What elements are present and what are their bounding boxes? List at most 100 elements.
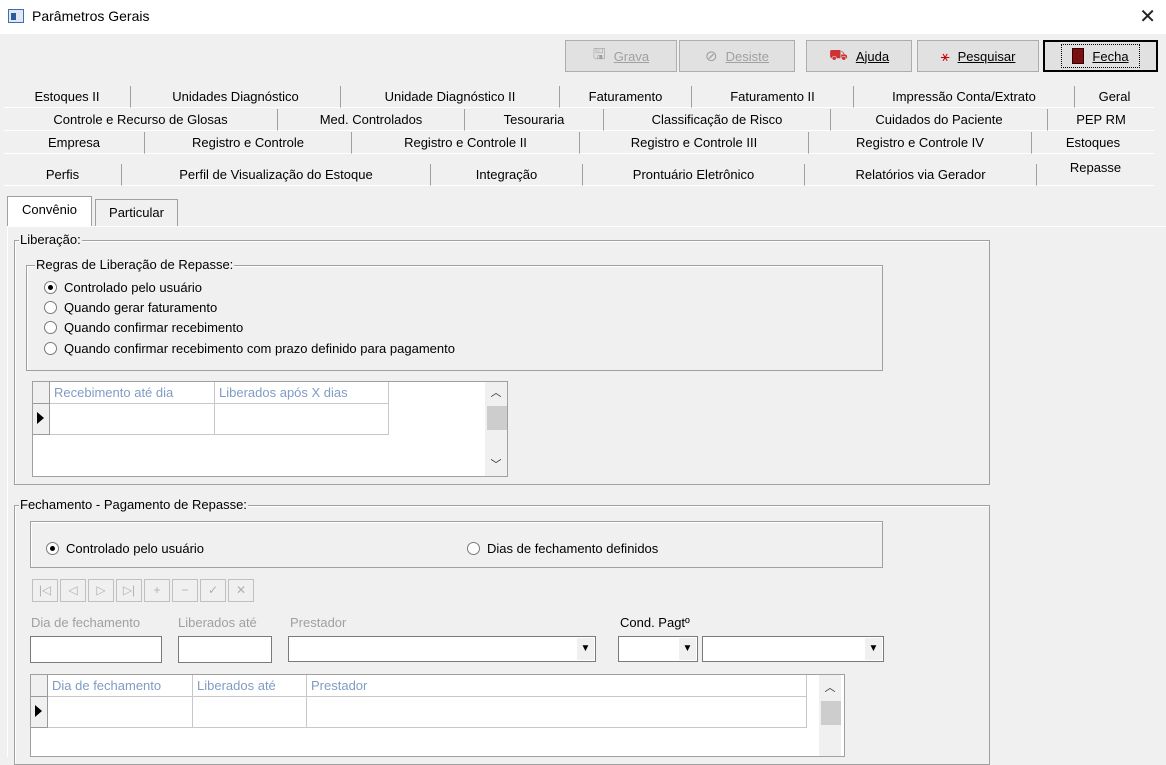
radio-circle[interactable] [44,301,57,314]
regras-liberacao-legend: Regras de Liberação de Repasse: [35,257,235,273]
pesquisar-button[interactable]: ⚹ Pesquisar [917,40,1039,72]
radio-confirmar-recebimento-prazo[interactable]: Quando confirmar recebimento com prazo d… [44,341,455,356]
radio-circle[interactable] [44,321,57,334]
liberacao-grid[interactable]: Recebimento até dia Liberados após X dia… [32,381,508,477]
radio-circle[interactable] [44,281,57,294]
tab-geral[interactable]: Geral [1075,86,1154,108]
radio-controlado-usuario[interactable]: Controlado pelo usuário [44,280,202,295]
scroll-up-icon[interactable]: ︿ [485,384,507,402]
tab-integracao[interactable]: Integração [431,164,583,186]
tab-unidades-diagnostico[interactable]: Unidades Diagnóstico [131,86,341,108]
cond-pagto-code-select[interactable]: ▼ [618,636,698,662]
radio-confirmar-recebimento[interactable]: Quando confirmar recebimento [44,320,243,335]
subtab-particular[interactable]: Particular [95,199,178,227]
tab-estoques[interactable]: Estoques [1032,132,1154,154]
desiste-label: Desiste [725,48,769,64]
radio-circle[interactable] [44,342,57,355]
fechamento-grid[interactable]: Dia de fechamento Liberados até Prestado… [30,674,845,757]
search-icon: ⚹ [940,47,950,65]
prestador-select[interactable]: ▼ [288,636,596,662]
tab-impressao-conta-extrato[interactable]: Impressão Conta/Extrato [854,86,1075,108]
desiste-button[interactable]: ⊘ Desiste [679,40,795,72]
grid-header-prestador[interactable]: Prestador [307,675,807,697]
insert-record-icon[interactable]: + [144,579,170,602]
tabs-row-4: Perfis Perfil de Visualização do Estoque… [4,156,1154,186]
vertical-scrollbar[interactable]: ︿ [819,675,841,756]
row-indicator [31,697,48,728]
radio-circle[interactable] [467,542,480,555]
grava-button[interactable]: 🖫 Grava [565,40,677,72]
radio-fechamento-controlado-usuario[interactable]: Controlado pelo usuário [46,541,204,556]
grid-cell[interactable] [50,404,215,435]
tab-repasse[interactable]: Repasse [1037,156,1154,186]
radio-label: Quando confirmar recebimento [64,320,244,335]
tab-controle-recurso-glosas[interactable]: Controle e Recurso de Glosas [4,109,278,131]
vertical-scrollbar[interactable]: ︿ ﹀ [485,382,507,476]
radio-dias-fechamento-definidos[interactable]: Dias de fechamento definidos [467,541,658,556]
last-record-icon[interactable]: ▷| [116,579,142,602]
grid-cell[interactable] [193,697,307,728]
grid-cell[interactable] [215,404,389,435]
scroll-thumb[interactable] [487,406,507,430]
grid-cell[interactable] [307,697,807,728]
next-record-icon[interactable]: ▷ [88,579,114,602]
dia-fechamento-label: Dia de fechamento [31,615,141,630]
tab-estoques-ii[interactable]: Estoques II [4,86,131,108]
delete-record-icon[interactable]: − [172,579,198,602]
fecha-label: Fecha [1092,48,1129,64]
tab-perfis[interactable]: Perfis [4,164,122,186]
tab-registro-controle-iii[interactable]: Registro e Controle III [580,132,809,154]
tab-med-controlados[interactable]: Med. Controlados [278,109,465,131]
close-window-icon[interactable]: ✕ [1139,4,1156,29]
prior-record-icon[interactable]: ◁ [60,579,86,602]
chevron-down-icon[interactable]: ▼ [865,638,882,660]
liberados-ate-field[interactable] [178,636,272,663]
cond-pagto-label: Cond. Pagtº [620,615,690,630]
tabs-row-3: Empresa Registro e Controle Registro e C… [4,132,1154,154]
tab-unidade-diagnostico-ii[interactable]: Unidade Diagnóstico II [341,86,560,108]
first-record-icon[interactable]: |◁ [32,579,58,602]
tabs-row-2: Controle e Recurso de Glosas Med. Contro… [4,109,1154,131]
current-row-arrow-icon [35,705,42,717]
tab-empresa[interactable]: Empresa [4,132,145,154]
grid-header-liberados-ate[interactable]: Liberados até [193,675,307,697]
radio-label: Controlado pelo usuário [64,280,203,295]
tab-faturamento-ii[interactable]: Faturamento II [692,86,854,108]
tab-cuidados-paciente[interactable]: Cuidados do Paciente [831,109,1048,131]
scroll-thumb[interactable] [821,701,841,725]
cancel-record-icon[interactable]: ✕ [228,579,254,602]
tab-registro-controle-iv[interactable]: Registro e Controle IV [809,132,1032,154]
fecha-button[interactable]: Fecha [1043,40,1158,72]
tab-faturamento[interactable]: Faturamento [560,86,692,108]
pesquisar-label: Pesquisar [957,48,1016,64]
grid-header-liberados-apos[interactable]: Liberados após X dias [215,382,389,404]
tab-prontuario-eletronico[interactable]: Prontuário Eletrônico [583,164,805,186]
help-icon: ⛟ [828,46,848,64]
tab-tesouraria[interactable]: Tesouraria [465,109,604,131]
grid-header-dia-fechamento[interactable]: Dia de fechamento [48,675,193,697]
radio-gerar-faturamento[interactable]: Quando gerar faturamento [44,300,217,315]
chevron-down-icon[interactable]: ▼ [577,638,594,660]
tab-perfil-visualizacao-estoque[interactable]: Perfil de Visualização do Estoque [122,164,431,186]
tab-classificacao-risco[interactable]: Classificação de Risco [604,109,831,131]
scroll-up-icon[interactable]: ︿ [819,679,841,697]
grid-corner [31,675,48,697]
tab-registro-controle-ii[interactable]: Registro e Controle II [352,132,580,154]
chevron-down-icon[interactable]: ▼ [679,638,696,660]
radio-circle[interactable] [46,542,59,555]
edit-record-icon[interactable]: ✓ [200,579,226,602]
dia-fechamento-field[interactable] [30,636,162,663]
tab-registro-controle[interactable]: Registro e Controle [145,132,352,154]
subtab-convenio[interactable]: Convênio [7,196,92,227]
tab-pep-rm[interactable]: PEP RM [1048,109,1154,131]
app-icon [8,9,24,23]
grid-header-recebimento[interactable]: Recebimento até dia [50,382,215,404]
scroll-down-icon[interactable]: ﹀ [485,456,507,474]
ajuda-button[interactable]: ⛟ Ajuda [806,40,912,72]
cond-pagto-desc-select[interactable]: ▼ [702,636,884,662]
ajuda-label: Ajuda [855,48,890,64]
current-row-arrow-icon [37,412,44,424]
tab-relatorios-via-gerador[interactable]: Relatórios via Gerador [805,164,1037,186]
grid-cell[interactable] [48,697,193,728]
radio-label: Quando confirmar recebimento com prazo d… [64,341,455,356]
